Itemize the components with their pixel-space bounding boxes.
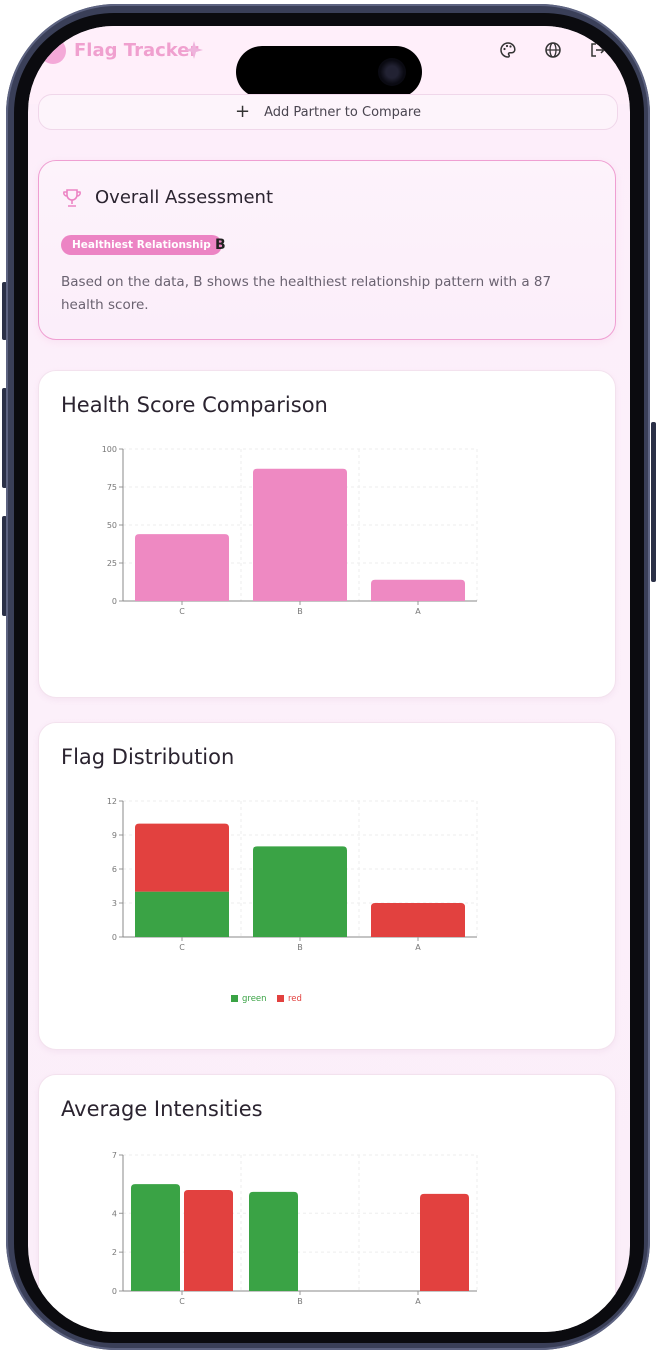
- y-tick-label: 2: [112, 1248, 117, 1257]
- legend-label-green: green: [242, 994, 267, 1004]
- palette-icon[interactable]: [498, 40, 518, 60]
- x-tick-label: A: [415, 1297, 421, 1306]
- logout-icon[interactable]: [588, 40, 608, 60]
- bar-green-C: [135, 891, 229, 937]
- assessment-title: Overall Assessment: [95, 187, 274, 208]
- health-score-chart: 0 25 50 75 100 C B A: [102, 445, 478, 616]
- x-tick-label: C: [179, 1297, 185, 1306]
- dynamic-island: [236, 46, 422, 98]
- front-camera: [378, 58, 406, 86]
- y-tick-label: 4: [112, 1209, 117, 1218]
- health-score-card: Health Score Comparison 0 25 50 75 100 C B A: [38, 370, 616, 698]
- bar-red-A: [371, 903, 465, 937]
- healthiest-badge: Healthiest Relationship: [61, 235, 222, 255]
- x-tick-label: B: [297, 1297, 303, 1306]
- y-tick-label: 7: [112, 1151, 117, 1160]
- bar-intensity-0-B: [249, 1191, 298, 1291]
- y-tick-label: 12: [107, 797, 117, 806]
- legend-label-red: red: [288, 994, 302, 1004]
- app-screen: Flag Tracker + Add Partner to Compare Ov…: [28, 26, 630, 1332]
- add-partner-label: Add Partner to Compare: [264, 105, 421, 120]
- y-tick-label: 6: [112, 865, 117, 874]
- y-tick-label: 0: [112, 597, 117, 606]
- winner-name: B: [215, 237, 226, 253]
- y-tick-label: 0: [112, 1287, 117, 1296]
- bar-intensity-1-C: [184, 1189, 233, 1291]
- legend-swatch-green: [231, 995, 238, 1002]
- bar-green-B: [253, 846, 347, 937]
- bar-red-C: [135, 823, 229, 892]
- bar-health-C: [135, 534, 229, 601]
- x-tick-label: C: [179, 607, 185, 616]
- globe-icon[interactable]: [543, 40, 563, 60]
- app-logo: [40, 38, 66, 64]
- average-intensities-card: Average Intensities 0247CBA: [38, 1074, 616, 1332]
- y-tick-label: 100: [102, 445, 117, 454]
- y-tick-label: 25: [107, 559, 117, 568]
- y-tick-label: 3: [112, 899, 117, 908]
- bar-intensity-0-C: [131, 1184, 180, 1291]
- y-tick-label: 50: [107, 521, 117, 530]
- x-tick-label: A: [415, 607, 421, 616]
- x-tick-label: A: [415, 943, 421, 952]
- flag-distribution-chart: 0 3 6 9 12 C B Agreen red: [107, 797, 478, 1004]
- bar-health-A: [371, 579, 465, 601]
- assessment-description: Based on the data, B shows the healthies…: [61, 274, 552, 313]
- overall-assessment-card: Overall Assessment Healthiest Relationsh…: [38, 160, 616, 340]
- y-tick-label: 75: [107, 483, 117, 492]
- plus-icon: +: [235, 101, 251, 122]
- app-header: Flag Tracker: [28, 26, 630, 104]
- bar-intensity-1-A: [420, 1193, 469, 1291]
- flag-distribution-card: Flag Distribution 0 3 6 9 12 C B Agreen red: [38, 722, 616, 1050]
- sparkle-icon: [185, 41, 203, 59]
- x-tick-label: C: [179, 943, 185, 952]
- power-button: [651, 422, 656, 582]
- bar-health-B: [253, 468, 347, 601]
- average-intensities-chart: 0 2 4 7 C B A: [112, 1151, 478, 1306]
- app-title: Flag Tracker: [74, 40, 199, 61]
- y-tick-label: 0: [112, 933, 117, 942]
- add-partner-button[interactable]: + Add Partner to Compare: [38, 94, 618, 130]
- y-tick-label: 9: [112, 831, 117, 840]
- legend-swatch-red: [277, 995, 284, 1002]
- x-tick-label: B: [297, 943, 303, 952]
- x-tick-label: B: [297, 607, 303, 616]
- trophy-icon: [63, 189, 81, 207]
